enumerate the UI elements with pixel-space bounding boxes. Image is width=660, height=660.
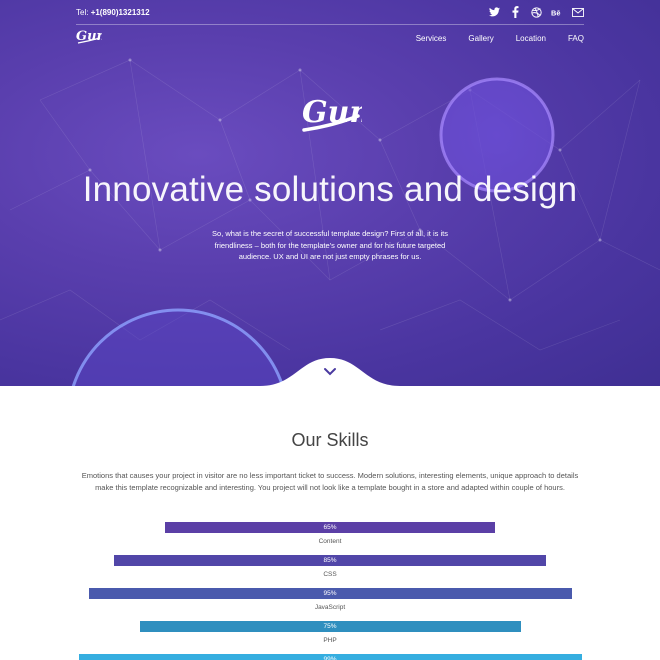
skill-bar: 65%	[165, 522, 495, 533]
skill-label: PHP	[323, 637, 337, 644]
skill-label: JavaScript	[314, 604, 346, 611]
dribbble-icon[interactable]	[530, 6, 542, 18]
decor-circle-bottom	[71, 308, 285, 386]
hero-section: Tel: +1(890)1321312 Bē Gum	[0, 0, 660, 386]
facebook-icon[interactable]	[509, 6, 521, 18]
social-links: Bē	[488, 6, 584, 18]
top-bar: Tel: +1(890)1321312 Bē	[76, 0, 584, 25]
svg-text:Bē: Bē	[551, 8, 560, 17]
svg-text:Gum: Gum	[76, 29, 102, 44]
skills-description: Emotions that causes your project in vis…	[81, 471, 579, 492]
gum-logo-large: Gum	[302, 95, 362, 132]
skill-label: Content	[318, 538, 342, 545]
main-nav: Services Gallery Location FAQ	[394, 34, 584, 43]
tel-label: Tel:	[76, 7, 89, 17]
nav-bar: Gum Services Gallery Location FAQ	[76, 27, 584, 49]
nav-logo[interactable]: Gum	[76, 26, 110, 51]
mail-icon[interactable]	[572, 6, 584, 18]
tel-number[interactable]: +1(890)1321312	[91, 8, 150, 17]
twitter-icon[interactable]	[488, 6, 500, 18]
skill-bar: 99%	[78, 654, 582, 660]
nav-faq[interactable]: FAQ	[568, 34, 584, 43]
gum-logo-small: Gum	[76, 29, 110, 44]
nav-services[interactable]: Services	[416, 34, 447, 43]
nav-location[interactable]: Location	[516, 34, 546, 43]
skill-bar: 95%	[88, 588, 572, 599]
skill-label: CSS	[323, 571, 337, 578]
behance-icon[interactable]: Bē	[551, 6, 563, 18]
nav-gallery[interactable]: Gallery	[468, 34, 493, 43]
phone-info: Tel: +1(890)1321312	[76, 8, 150, 17]
chevron-down-icon[interactable]	[322, 367, 338, 377]
skills-title: Our Skills	[291, 430, 369, 450]
skill-bar: 85%	[114, 555, 546, 566]
skill-bar: 75%	[139, 621, 521, 632]
hero-lead-text: So, what is the secret of successful tem…	[212, 229, 448, 261]
hero-headline: Innovative solutions and design	[82, 170, 578, 209]
